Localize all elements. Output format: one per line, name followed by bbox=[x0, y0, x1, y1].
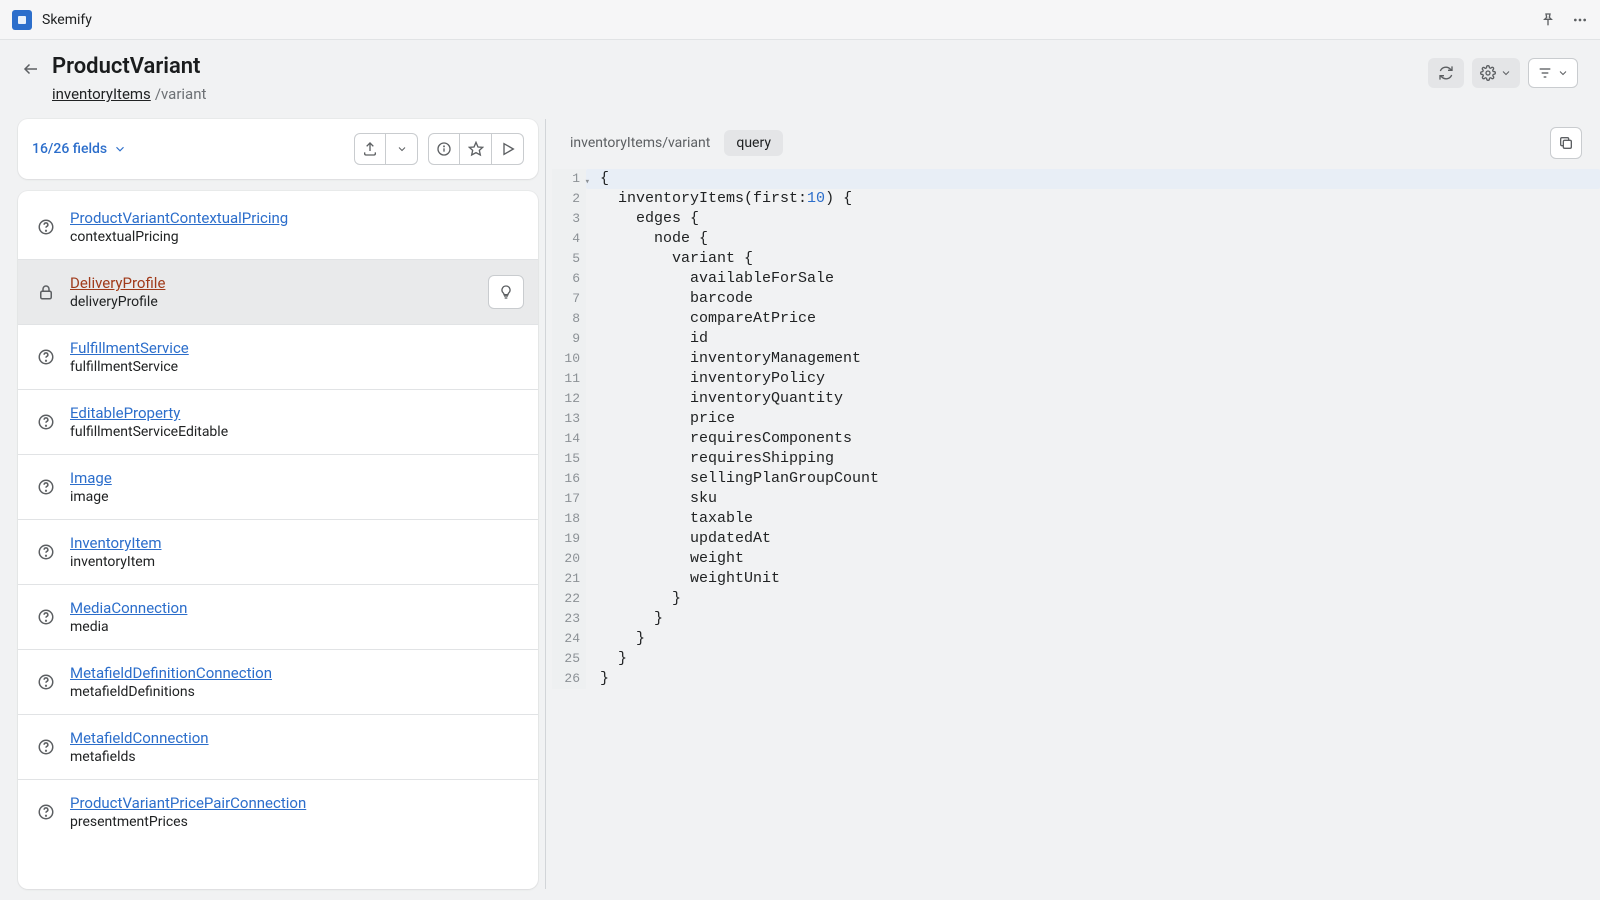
back-arrow-icon[interactable] bbox=[22, 60, 40, 78]
field-name-label: inventoryItem bbox=[70, 554, 162, 570]
help-icon bbox=[36, 738, 56, 756]
field-row[interactable]: MetafieldConnection metafields bbox=[18, 714, 538, 779]
help-icon bbox=[36, 543, 56, 561]
field-row[interactable]: MetafieldDefinitionConnection metafieldDe… bbox=[18, 649, 538, 714]
field-name-label: metafields bbox=[70, 749, 209, 765]
run-button[interactable] bbox=[492, 133, 524, 165]
app-logo bbox=[12, 10, 32, 30]
code-path-label: inventoryItems/variant bbox=[570, 135, 710, 151]
star-button[interactable] bbox=[460, 133, 492, 165]
field-row[interactable]: DeliveryProfile deliveryProfile bbox=[18, 259, 538, 324]
code-editor[interactable]: 1▾23456789101112131415161718192021222324… bbox=[552, 167, 1600, 689]
fields-count-toggle[interactable]: 16/26 fields bbox=[32, 141, 127, 157]
help-icon bbox=[36, 673, 56, 691]
field-type-link[interactable]: ProductVariantContextualPricing bbox=[70, 209, 288, 227]
field-name-label: presentmentPrices bbox=[70, 814, 306, 830]
field-type-link[interactable]: Image bbox=[70, 469, 112, 487]
field-name-label: media bbox=[70, 619, 187, 635]
field-type-link[interactable]: MetafieldDefinitionConnection bbox=[70, 664, 272, 682]
code-header: inventoryItems/variant query bbox=[552, 119, 1600, 167]
page-title: ProductVariant bbox=[52, 54, 206, 79]
settings-dropdown[interactable] bbox=[1472, 58, 1520, 88]
field-name-label: fulfillmentService bbox=[70, 359, 189, 375]
topbar: Skemify bbox=[0, 0, 1600, 40]
field-name-label: metafieldDefinitions bbox=[70, 684, 272, 700]
field-row[interactable]: ProductVariantContextualPricing contextua… bbox=[18, 191, 538, 259]
field-row[interactable]: InventoryItem inventoryItem bbox=[18, 519, 538, 584]
tab-query[interactable]: query bbox=[724, 130, 783, 156]
export-button[interactable] bbox=[354, 133, 386, 165]
field-type-link[interactable]: ProductVariantPricePairConnection bbox=[70, 794, 306, 812]
help-icon bbox=[36, 218, 56, 236]
help-icon bbox=[36, 348, 56, 366]
field-name-label: contextualPricing bbox=[70, 229, 288, 245]
field-type-link[interactable]: MediaConnection bbox=[70, 599, 187, 617]
field-type-link[interactable]: InventoryItem bbox=[70, 534, 162, 552]
pin-icon[interactable] bbox=[1540, 12, 1556, 28]
breadcrumb-tail: /variant bbox=[155, 85, 207, 103]
more-icon[interactable] bbox=[1572, 12, 1588, 28]
help-icon bbox=[36, 608, 56, 626]
field-name-label: image bbox=[70, 489, 112, 505]
field-row[interactable]: EditableProperty fulfillmentServiceEditab… bbox=[18, 389, 538, 454]
field-type-link[interactable]: FulfillmentService bbox=[70, 339, 189, 357]
info-button[interactable] bbox=[428, 133, 460, 165]
field-type-link[interactable]: EditableProperty bbox=[70, 404, 228, 422]
export-dropdown[interactable] bbox=[386, 133, 418, 165]
field-row[interactable]: MediaConnection media bbox=[18, 584, 538, 649]
lock-icon bbox=[36, 283, 56, 301]
field-name-label: deliveryProfile bbox=[70, 294, 165, 310]
field-name-label: fulfillmentServiceEditable bbox=[70, 424, 228, 440]
chevron-down-icon bbox=[113, 142, 127, 156]
refresh-button[interactable] bbox=[1428, 58, 1464, 88]
help-icon bbox=[36, 478, 56, 496]
copy-button[interactable] bbox=[1550, 127, 1582, 159]
field-type-link[interactable]: DeliveryProfile bbox=[70, 274, 165, 292]
field-row[interactable]: FulfillmentService fulfillmentService bbox=[18, 324, 538, 389]
header: ProductVariant inventoryItems/variant bbox=[0, 40, 1600, 113]
field-hint-button[interactable] bbox=[488, 275, 524, 309]
breadcrumb: inventoryItems/variant bbox=[52, 85, 206, 103]
fields-panel-header: 16/26 fields bbox=[18, 119, 538, 179]
field-row[interactable]: Image image bbox=[18, 454, 538, 519]
help-icon bbox=[36, 413, 56, 431]
breadcrumb-link[interactable]: inventoryItems bbox=[52, 85, 151, 103]
fields-list: ProductVariantContextualPricing contextua… bbox=[18, 191, 538, 889]
field-row[interactable]: ProductVariantPricePairConnection present… bbox=[18, 779, 538, 844]
app-name: Skemify bbox=[42, 12, 92, 28]
field-type-link[interactable]: MetafieldConnection bbox=[70, 729, 209, 747]
column-divider[interactable] bbox=[545, 119, 546, 889]
help-icon bbox=[36, 803, 56, 821]
filter-dropdown[interactable] bbox=[1528, 58, 1578, 88]
fields-count-label: 16/26 fields bbox=[32, 141, 107, 157]
